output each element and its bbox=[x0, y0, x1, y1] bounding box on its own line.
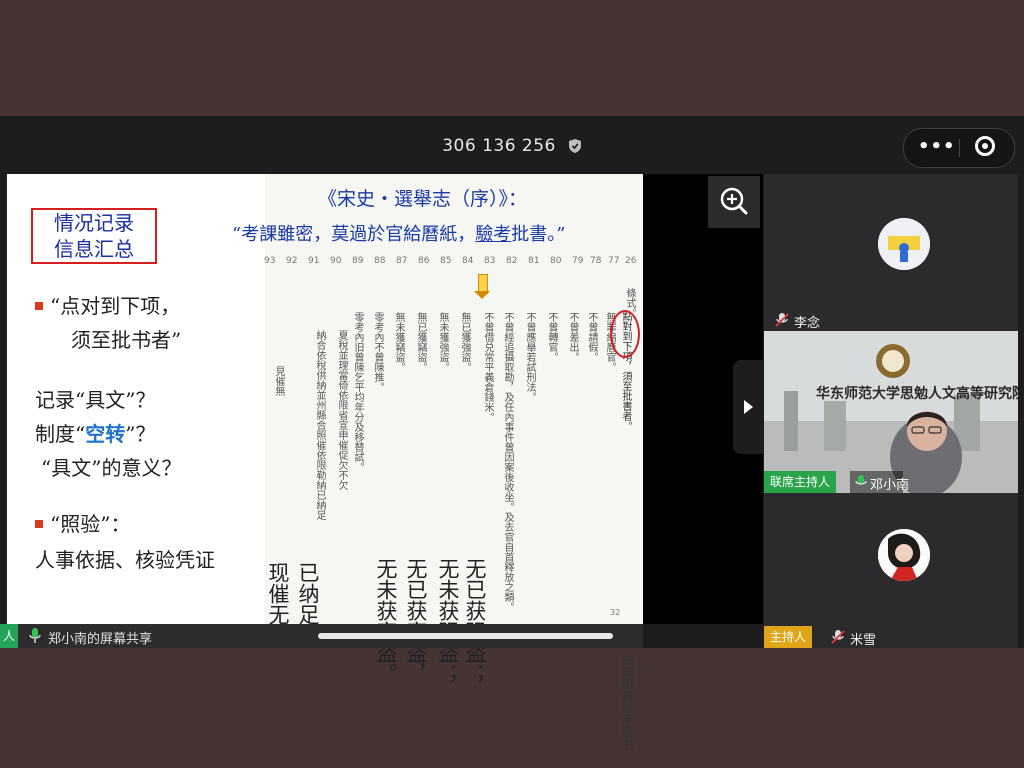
question-2-post: ”？ bbox=[125, 422, 156, 446]
scan-column: 無未獲強盜。 bbox=[437, 312, 448, 372]
avatar-image bbox=[878, 218, 930, 270]
avatar-image bbox=[878, 529, 930, 581]
zoom-button[interactable] bbox=[708, 176, 760, 228]
avatar bbox=[878, 529, 930, 581]
close-miniprogram-icon[interactable] bbox=[975, 136, 995, 156]
bullet1-line1: “点对到下项， bbox=[50, 294, 181, 318]
col-number: 78 bbox=[590, 256, 602, 266]
quote-line: “考課雖密，莫過於官給曆紙，驗考批書。” bbox=[232, 220, 565, 246]
scan-column: 見催無 bbox=[273, 366, 284, 396]
participant-name-pill: 邓小南 bbox=[850, 471, 909, 493]
box-title-line-2: 信息汇总 bbox=[54, 237, 134, 261]
screen-share-label: 郑小南的屏幕共享 bbox=[48, 632, 153, 647]
slide-left-panel: 情况记录 信息汇总 “点对到下项， 须至批书者” 记录“具文”？ 制度“空转”？… bbox=[7, 174, 265, 624]
participant-tile[interactable]: 主持人 米雪 bbox=[764, 493, 1018, 648]
participant-name: 邓小南 bbox=[870, 478, 910, 493]
col-number: 91 bbox=[308, 256, 320, 266]
scan-column: 零考內不曾陳推。 bbox=[372, 312, 383, 392]
scan-column: 不曾經追攝取勘，及任內事件曾因案後收坐。及去官自首釋放之類。 bbox=[502, 312, 513, 612]
quote-line-underlined: 驗考 bbox=[475, 224, 512, 245]
col-number: 81 bbox=[528, 256, 540, 266]
mic-muted-icon bbox=[775, 313, 789, 327]
scan-column: 夏稅並理當倚依限省宣申催促欠不欠 bbox=[336, 330, 347, 490]
video-banner-text: 华东师范大学思勉人文高等研究院 bbox=[816, 386, 1018, 402]
meeting-id: 306 136 256 bbox=[0, 136, 1024, 156]
box-title-line-1: 情况记录 bbox=[54, 211, 134, 235]
zoom-in-icon bbox=[720, 187, 748, 215]
col-number: 84 bbox=[462, 256, 474, 266]
question-3: “具文”的意义？ bbox=[41, 456, 182, 480]
col-number: 77 bbox=[608, 256, 620, 266]
page-number: 32 bbox=[610, 608, 621, 617]
capsule-controls: ••• bbox=[903, 128, 1015, 168]
bullet2-title: “照验”： bbox=[50, 512, 131, 536]
scan-column: 零考內旧曾陳乞平均年分及移替試。 bbox=[352, 312, 363, 472]
handwritten-note: 无未获窃盗。 bbox=[374, 558, 398, 684]
col-number: 86 bbox=[418, 256, 430, 266]
scan-column: 無已獲強盜。 bbox=[459, 312, 470, 372]
microphone-icon bbox=[855, 475, 867, 485]
capsule-divider bbox=[959, 139, 960, 157]
vertical-caption: 知濮阳县零考批书 bbox=[620, 654, 634, 750]
participant-tile[interactable]: 华东师范大学思勉人文高等研究院 联席主持人 邓小南 bbox=[764, 331, 1018, 493]
shield-icon bbox=[568, 139, 581, 153]
bullet2-detail: 人事依据、核验凭证 bbox=[35, 548, 215, 572]
col-number: 85 bbox=[440, 256, 452, 266]
host-fragment-tag: 人 bbox=[0, 624, 18, 648]
handwritten-note: 无已获强盗； bbox=[463, 558, 487, 684]
scan-column: 無未獲竊盜。 bbox=[393, 312, 404, 372]
bullet-marker bbox=[35, 520, 43, 528]
col-number: 90 bbox=[330, 256, 342, 266]
slide-box-title: 情况记录 信息汇总 bbox=[31, 208, 157, 264]
more-icon[interactable]: ••• bbox=[918, 136, 956, 157]
question-2-pre: 制度“ bbox=[35, 422, 86, 446]
arrow-down-icon bbox=[474, 274, 490, 299]
scan-column: 納合依稅供納並州縣合照催依限勒納已納足 bbox=[314, 330, 325, 520]
host-badge: 主持人 bbox=[764, 626, 813, 648]
scan-column: 不曾借兑常平義倉錢米。 bbox=[482, 312, 493, 422]
handwritten-note: 无未获强盗； bbox=[436, 558, 460, 684]
scan-column: 不曾應舉若試刑法。 bbox=[524, 312, 535, 402]
col-number: 87 bbox=[396, 256, 408, 266]
question-2: 制度“空转”？ bbox=[35, 418, 155, 447]
question-2-highlight: 空转 bbox=[85, 422, 126, 446]
screen-share-bar: 人 郑小南的屏幕共享 bbox=[0, 624, 643, 648]
col-number: 80 bbox=[550, 256, 562, 266]
cohost-badge: 联席主持人 bbox=[764, 471, 837, 493]
scan-column: 不曾轉官。 bbox=[546, 312, 557, 362]
microphone-icon bbox=[29, 628, 41, 643]
top-bar: 306 136 256 ••• bbox=[0, 116, 1024, 174]
col-number: 83 bbox=[484, 256, 496, 266]
bullet1-line2: 须至批书者” bbox=[71, 328, 182, 352]
expand-panel-button[interactable] bbox=[733, 360, 763, 454]
handwritten-note: 无已获窃盗， bbox=[404, 558, 428, 684]
col-number: 92 bbox=[286, 256, 298, 266]
quote-line-post: 批書。” bbox=[511, 224, 566, 245]
scan-column: 不曾請假。 bbox=[586, 312, 597, 362]
video-background bbox=[764, 331, 1018, 493]
question-1: 记录“具文”？ bbox=[35, 388, 156, 412]
participant-tile[interactable]: 李念 bbox=[764, 174, 1018, 331]
participant-name: 米雪 bbox=[850, 633, 877, 648]
participant-name: 李念 bbox=[794, 316, 821, 331]
mic-muted-icon bbox=[831, 630, 845, 644]
quote-line-pre: “考課雖密，莫過於官給曆紙， bbox=[232, 224, 476, 245]
bullet-marker bbox=[35, 302, 43, 310]
col-number: 89 bbox=[352, 256, 364, 266]
column-numbers: 93 92 91 90 89 88 87 86 85 84 83 82 81 8… bbox=[264, 256, 636, 270]
scrollbar-thumb[interactable] bbox=[318, 633, 613, 639]
meeting-id-text: 306 136 256 bbox=[442, 136, 556, 156]
scan-column: 不曾差出。 bbox=[567, 312, 578, 362]
scan-column: 無已獲竊盜。 bbox=[415, 312, 426, 372]
meeting-window: 306 136 256 ••• 情况记录 信息汇总 “点对到下项， 须至批书者”… bbox=[0, 116, 1024, 750]
red-circle-annotation bbox=[610, 310, 640, 358]
avatar bbox=[878, 218, 930, 270]
col-number: 79 bbox=[572, 256, 584, 266]
col-number: 88 bbox=[374, 256, 386, 266]
col-number: 93 bbox=[264, 256, 276, 266]
col-number: 26 bbox=[625, 256, 637, 266]
quote-title: 《宋史・選舉志（序）》： bbox=[318, 188, 528, 210]
col-number: 82 bbox=[506, 256, 518, 266]
